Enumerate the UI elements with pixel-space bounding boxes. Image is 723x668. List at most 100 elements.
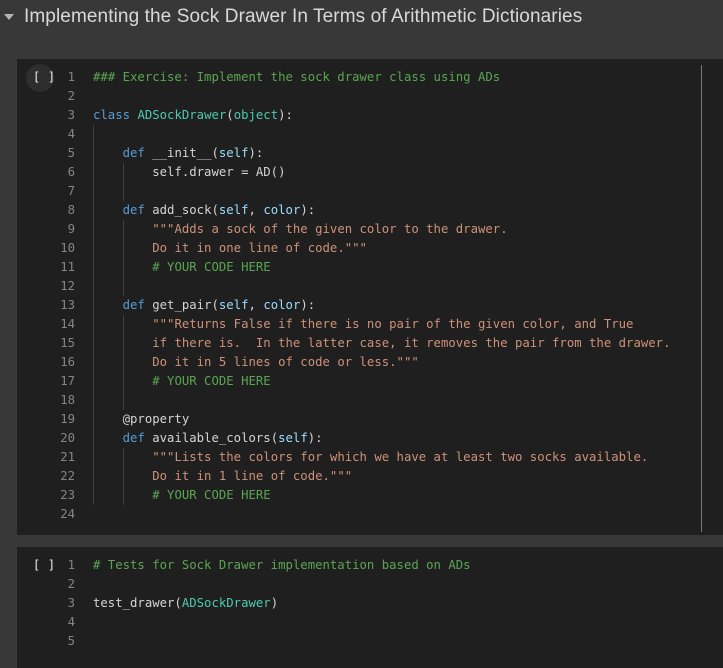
- code-editor[interactable]: 1 ### Exercise: Implement the sock drawer…: [17, 68, 723, 524]
- code-text: [93, 125, 723, 144]
- line-number: 5: [67, 634, 75, 648]
- indent-guide: [93, 448, 94, 467]
- token-comment: # YOUR CODE HERE: [152, 374, 271, 388]
- line-number: 3: [67, 108, 75, 122]
- editor-scrollbar[interactable]: [701, 65, 702, 532]
- code-text: def __init__(self):: [93, 144, 723, 163]
- line-number: 16: [60, 355, 75, 369]
- token-param: self: [218, 203, 249, 217]
- code-line: 3 class ADSockDrawer(object):: [17, 106, 723, 125]
- indent-guide: [122, 258, 124, 277]
- code-text: # Tests for Sock Drawer implementation b…: [93, 556, 723, 575]
- token-keyword: class: [93, 108, 131, 122]
- collapse-section-icon[interactable]: [4, 14, 14, 20]
- code-line: 10 Do it in one line of code.""": [17, 239, 723, 258]
- token-plain: ):: [300, 203, 316, 217]
- line-number: 17: [60, 374, 75, 388]
- code-line: 5: [17, 632, 723, 651]
- code-text: Do it in 1 line of code.""": [93, 467, 723, 486]
- code-text: if there is. In the latter case, it remo…: [93, 334, 723, 353]
- run-cell-button[interactable]: [ ]: [24, 68, 64, 87]
- token-comment: # YOUR CODE HERE: [152, 488, 271, 502]
- token-string: Do it in 1 line of code.""": [152, 469, 353, 483]
- indent-guide: [93, 296, 94, 315]
- indent-guide: [93, 258, 94, 277]
- token-plain: ,: [248, 203, 264, 217]
- indent-guide: [93, 220, 94, 239]
- indent-guide: [122, 467, 124, 486]
- code-line: 1 # Tests for Sock Drawer implementation …: [17, 556, 723, 575]
- code-text: # YOUR CODE HERE: [93, 372, 723, 391]
- token-type: ADSockDrawer: [137, 108, 227, 122]
- token-string: """Adds a sock of the given color to the…: [152, 222, 508, 236]
- code-text: def available_colors(self):: [93, 429, 723, 448]
- code-text: @property: [93, 410, 723, 429]
- token-plain: ):: [248, 146, 264, 160]
- token-plain: available_colors(: [144, 431, 279, 445]
- token-plain: ): [270, 596, 279, 610]
- notebook-page: Implementing the Sock Drawer In Terms of…: [0, 0, 723, 668]
- code-line: 18: [17, 391, 723, 410]
- line-number: 19: [60, 412, 75, 426]
- indent-guide: [93, 486, 94, 505]
- indent-guide: [122, 353, 124, 372]
- token-comment: # Tests for Sock Drawer implementation b…: [93, 558, 471, 572]
- line-number: 5: [67, 146, 75, 160]
- indent-guide: [93, 334, 94, 353]
- code-line: 2: [17, 87, 723, 106]
- indent-guide: [93, 125, 94, 144]
- run-cell-button[interactable]: [ ]: [24, 556, 64, 575]
- indent-guide: [93, 410, 94, 429]
- token-string: Do it in one line of code.""": [152, 241, 367, 255]
- token-param: self: [218, 146, 249, 160]
- line-number: 4: [67, 127, 75, 141]
- token-param: self: [218, 298, 249, 312]
- code-line: 17 # YOUR CODE HERE: [17, 372, 723, 391]
- code-line: 14 """Returns False if there is no pair …: [17, 315, 723, 334]
- token-comment: ### Exercise: Implement the sock drawer …: [93, 70, 501, 84]
- code-text: class ADSockDrawer(object):: [93, 106, 723, 125]
- code-text: # YOUR CODE HERE: [93, 258, 723, 277]
- code-line: 23 # YOUR CODE HERE: [17, 486, 723, 505]
- code-cell-2: [ ] 1 # Tests for Sock Drawer implementati…: [17, 547, 723, 668]
- token-param: color: [263, 203, 301, 217]
- code-line: 24: [17, 505, 723, 524]
- line-number: 20: [60, 431, 75, 445]
- token-string: """Returns False if there is no pair of …: [152, 317, 634, 331]
- code-text: ### Exercise: Implement the sock drawer …: [93, 68, 723, 87]
- code-line: 22 Do it in 1 line of code.""": [17, 467, 723, 486]
- code-line: 4: [17, 613, 723, 632]
- indent-guide: [122, 448, 124, 467]
- code-text: [93, 391, 723, 410]
- section-header: Implementing the Sock Drawer In Terms of…: [0, 0, 723, 34]
- token-type: ADSockDrawer: [181, 596, 271, 610]
- code-text: [93, 277, 723, 296]
- code-cell-1: [ ] 1 ### Exercise: Implement the sock dra…: [17, 59, 723, 535]
- code-text: [93, 182, 723, 201]
- line-number: 3: [67, 596, 75, 610]
- indent-guide: [93, 467, 94, 486]
- code-line: 12: [17, 277, 723, 296]
- line-number: 13: [60, 298, 75, 312]
- code-editor[interactable]: 1 # Tests for Sock Drawer implementation …: [17, 556, 723, 651]
- code-text: Do it in one line of code.""": [93, 239, 723, 258]
- token-keyword: def: [122, 203, 145, 217]
- token-plain: add_sock(: [144, 203, 219, 217]
- line-number: 4: [67, 615, 75, 629]
- indent-guide: [122, 486, 124, 505]
- indent-guide: [122, 315, 124, 334]
- code-text: test_drawer(ADSockDrawer): [93, 594, 723, 613]
- code-line: 11 # YOUR CODE HERE: [17, 258, 723, 277]
- code-line: 19 @property: [17, 410, 723, 429]
- token-plain: test_drawer(: [93, 596, 182, 610]
- indent-guide: [122, 372, 124, 391]
- token-keyword: def: [122, 298, 145, 312]
- indent-guide: [93, 353, 94, 372]
- code-text: """Adds a sock of the given color to the…: [93, 220, 723, 239]
- token-plain: (: [226, 108, 234, 122]
- indent-guide: [93, 277, 94, 296]
